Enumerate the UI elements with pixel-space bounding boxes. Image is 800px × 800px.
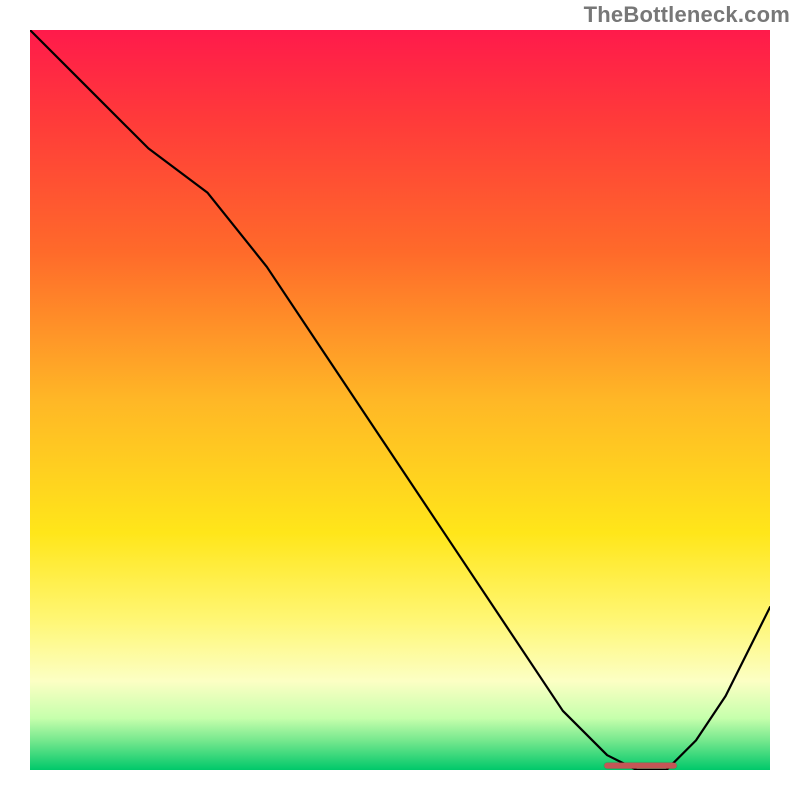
chart-canvas: TheBottleneck.com [0, 0, 800, 800]
plot-area [30, 30, 770, 770]
bottleneck-curve [30, 30, 770, 770]
watermark-text: TheBottleneck.com [584, 2, 790, 28]
chart-svg [30, 30, 770, 770]
